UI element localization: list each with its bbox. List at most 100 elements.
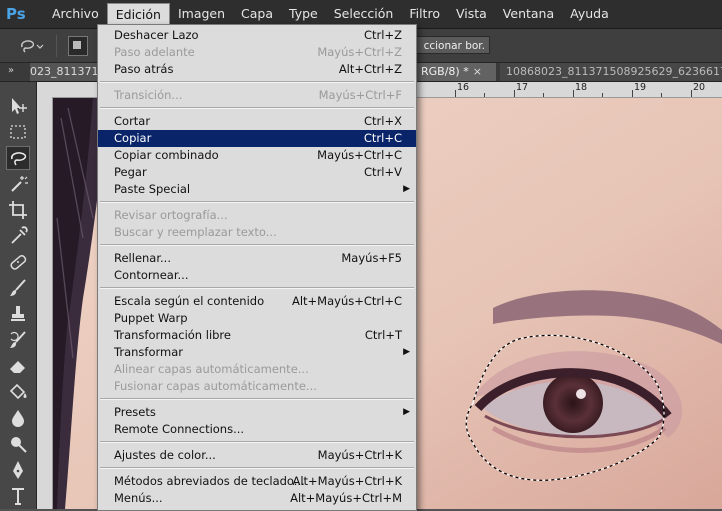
menu-seleccion[interactable]: Selección (326, 3, 402, 25)
menu-item-shortcut: Ctrl+C (363, 131, 402, 145)
magic-wand-tool-icon[interactable] (6, 172, 30, 196)
marquee-tool-icon[interactable] (6, 120, 30, 144)
options-separator (56, 35, 57, 57)
healing-brush-tool-icon[interactable] (6, 250, 30, 274)
menu-item-label: Contornear... (114, 268, 189, 282)
menu-item-metodos-abreviados[interactable]: Métodos abreviados de teclado... Alt+Mayú… (98, 473, 416, 490)
menu-type[interactable]: Type (281, 3, 326, 25)
ruler-label: 18 (575, 82, 588, 93)
menu-item-label: Menús... (114, 491, 163, 505)
menu-ayuda[interactable]: Ayuda (562, 3, 617, 25)
dodge-tool-icon[interactable] (6, 432, 30, 456)
clone-stamp-tool-icon[interactable] (6, 302, 30, 326)
document-tab-active[interactable]: , RGB/8) * × (414, 63, 496, 81)
menu-archivo[interactable]: Archivo (44, 3, 107, 25)
eraser-tool-icon[interactable] (6, 354, 30, 378)
submenu-arrow-icon: ▶ (403, 407, 410, 417)
collapse-panel-icon[interactable]: » (8, 65, 14, 76)
menu-separator (100, 107, 414, 109)
ruler-label: 19 (634, 82, 647, 93)
menu-ventana[interactable]: Ventana (495, 3, 562, 25)
refine-edge-button[interactable]: ccionar bor. (406, 36, 490, 54)
submenu-arrow-icon: ▶ (403, 184, 410, 194)
menu-item-label: Paso atrás (114, 62, 174, 76)
menu-vista[interactable]: Vista (448, 3, 495, 25)
menu-item-copiar[interactable]: Copiar Ctrl+C (98, 130, 416, 147)
document-tab-1[interactable]: 023_811371 (30, 63, 98, 81)
menu-item-puppet-warp[interactable]: Puppet Warp (98, 310, 416, 327)
menu-item-buscar-reemplazar: Buscar y reemplazar texto... (98, 224, 416, 241)
ruler-label: 16 (457, 82, 470, 93)
menu-item-contornear[interactable]: Contornear... (98, 267, 416, 284)
vertical-ruler (37, 97, 53, 509)
brush-tool-icon[interactable] (6, 276, 30, 300)
menu-imagen[interactable]: Imagen (170, 3, 233, 25)
eyedropper-tool-icon[interactable] (6, 224, 30, 248)
ruler-label: 20 (693, 82, 706, 93)
menu-item-label: Alinear capas automáticamente... (114, 362, 309, 376)
menu-item-label: Métodos abreviados de teclado... (114, 474, 305, 488)
menu-edicion[interactable]: Edición (106, 2, 170, 26)
menu-separator (100, 201, 414, 203)
menu-item-menus[interactable]: Menús... Alt+Mayús+Ctrl+M (98, 490, 416, 507)
menu-item-shortcut: Alt+Mayús+Ctrl+K (292, 474, 402, 488)
menu-item-shortcut: Alt+Mayús+Ctrl+C (291, 294, 402, 308)
menu-item-label: Escala según el contenido (114, 294, 265, 308)
menu-item-alinear-capas: Alinear capas automáticamente... (98, 361, 416, 378)
menu-item-pegar[interactable]: Pegar Ctrl+V (98, 164, 416, 181)
crop-tool-icon[interactable] (6, 198, 30, 222)
move-tool-icon[interactable] (6, 94, 30, 118)
menu-item-label: Transformar (114, 345, 183, 359)
menu-filtro[interactable]: Filtro (401, 3, 448, 25)
menu-capa[interactable]: Capa (233, 3, 281, 25)
menu-separator (100, 398, 414, 400)
menu-item-ajustes-color[interactable]: Ajustes de color... Mayús+Ctrl+K (98, 447, 416, 464)
menu-item-transformar[interactable]: Transformar ▶ (98, 344, 416, 361)
menu-separator (100, 287, 414, 289)
menu-item-label: Paste Special (114, 182, 191, 196)
paint-bucket-tool-icon[interactable] (6, 380, 30, 404)
menu-item-shortcut: Ctrl+X (364, 114, 402, 128)
menu-item-deshacer-lazo[interactable]: Deshacer Lazo Ctrl+Z (98, 27, 416, 44)
menu-item-label: Deshacer Lazo (114, 28, 199, 42)
history-brush-tool-icon[interactable] (6, 328, 30, 352)
document-tab-3-label: 10868023_811371508925629_623661766359 (506, 65, 722, 78)
type-tool-icon[interactable] (6, 484, 30, 508)
menu-item-shortcut: Alt+Mayús+Ctrl+M (290, 491, 402, 505)
menu-item-remote-connections[interactable]: Remote Connections... (98, 421, 416, 438)
menu-item-label: Presets (114, 405, 156, 419)
menu-item-rellenar[interactable]: Rellenar... Mayús+F5 (98, 250, 416, 267)
menu-item-label: Transición... (114, 88, 183, 102)
menu-item-shortcut: Mayús+Ctrl+C (317, 148, 402, 162)
document-tab-1-label: 023_811371 (30, 65, 98, 78)
menu-item-copiar-combinado[interactable]: Copiar combinado Mayús+Ctrl+C (98, 147, 416, 164)
menu-item-paso-adelante: Paso adelante Mayús+Ctrl+Z (98, 44, 416, 61)
document-tab-3[interactable]: 10868023_811371508925629_623661766359 (500, 63, 722, 81)
menu-separator (100, 244, 414, 246)
pen-tool-icon[interactable] (6, 458, 30, 482)
menu-item-label: Ajustes de color... (114, 448, 216, 462)
menu-item-shortcut: Ctrl+V (364, 165, 402, 179)
menu-item-shortcut: Ctrl+Z (364, 28, 402, 42)
menu-item-shortcut: Mayús+Ctrl+K (317, 448, 402, 462)
menu-item-label: Rellenar... (114, 251, 171, 265)
menu-item-escala-contenido[interactable]: Escala según el contenido Alt+Mayús+Ctrl+… (98, 293, 416, 310)
menu-separator (100, 441, 414, 443)
menu-item-shortcut: Mayús+F5 (341, 251, 402, 265)
new-selection-mode-icon[interactable] (68, 36, 88, 56)
menu-item-label: Puppet Warp (114, 311, 188, 325)
menu-item-paste-special[interactable]: Paste Special ▶ (98, 181, 416, 198)
menu-separator (100, 467, 414, 469)
lasso-tool-icon[interactable] (6, 146, 30, 170)
photoshop-logo: Ps (6, 5, 26, 23)
menu-item-shortcut: Mayús+Ctrl+F (318, 88, 402, 102)
menu-item-presets[interactable]: Presets ▶ (98, 404, 416, 421)
menu-item-cortar[interactable]: Cortar Ctrl+X (98, 113, 416, 130)
menu-item-paso-atras[interactable]: Paso atrás Alt+Ctrl+Z (98, 61, 416, 78)
close-tab-icon[interactable]: × (473, 65, 482, 78)
blur-tool-icon[interactable] (6, 406, 30, 430)
menu-item-fusionar-capas: Fusionar capas automáticamente... (98, 378, 416, 395)
lasso-preset-icon[interactable] (18, 37, 44, 55)
menu-item-transicion: Transición... Mayús+Ctrl+F (98, 87, 416, 104)
menu-item-transformacion-libre[interactable]: Transformación libre Ctrl+T (98, 327, 416, 344)
